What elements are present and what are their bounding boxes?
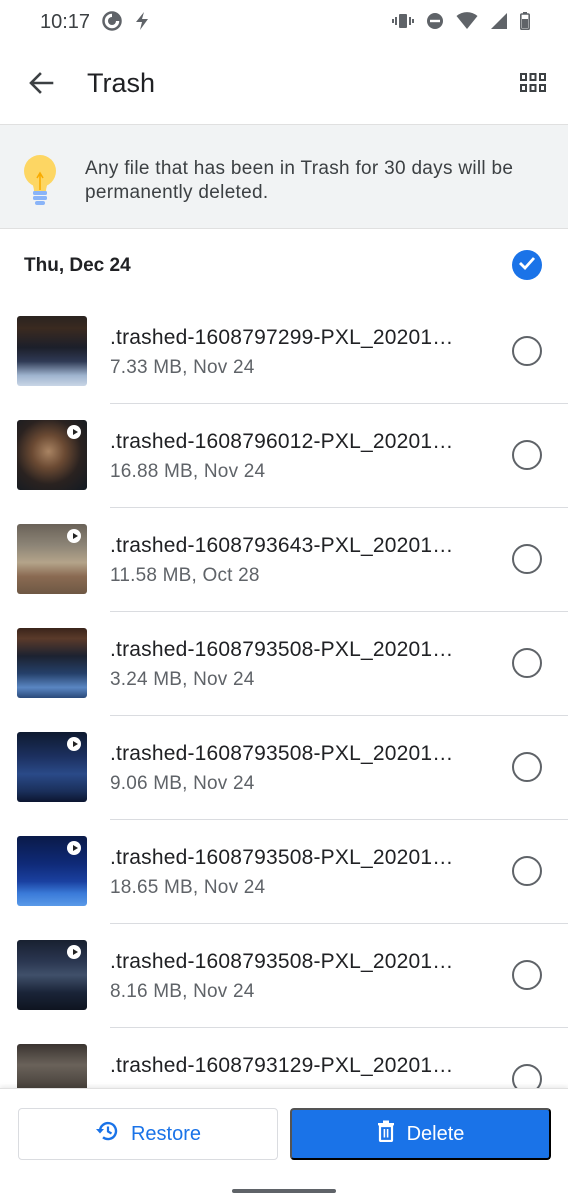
- file-row[interactable]: .trashed-1608797299-PXL_20201… 7.33 MB, …: [0, 300, 568, 404]
- section-date: Thu, Dec 24: [24, 255, 131, 276]
- trash-icon: [377, 1120, 395, 1148]
- delete-button[interactable]: Delete: [290, 1108, 551, 1160]
- app-bar: Trash: [0, 46, 568, 124]
- home-indicator[interactable]: [232, 1189, 336, 1193]
- file-thumbnail: [17, 420, 87, 490]
- file-row[interactable]: .trashed-1608793508-PXL_20201… 9.06 MB, …: [0, 716, 568, 820]
- flash-icon: [134, 11, 150, 36]
- bottom-action-bar: Restore Delete: [0, 1088, 568, 1200]
- data-saver-icon: [102, 11, 122, 36]
- file-row[interactable]: .trashed-1608793508-PXL_20201… 18.65 MB,…: [0, 820, 568, 924]
- play-icon: [67, 529, 81, 543]
- file-row[interactable]: .trashed-1608793129-PXL_20201…: [0, 1028, 568, 1088]
- play-icon: [67, 841, 81, 855]
- arrow-back-icon: [28, 70, 54, 101]
- file-name: .trashed-1608796012-PXL_20201…: [110, 430, 454, 453]
- banner-text: Any file that has been in Trash for 30 d…: [85, 158, 514, 203]
- select-radio[interactable]: [512, 336, 542, 366]
- wifi-icon: [456, 12, 478, 35]
- file-thumbnail: [17, 1044, 87, 1088]
- select-radio[interactable]: [512, 544, 542, 574]
- restore-button[interactable]: Restore: [18, 1108, 278, 1160]
- file-name: .trashed-1608793129-PXL_20201…: [110, 1054, 454, 1077]
- file-thumbnail: [17, 628, 87, 698]
- file-thumbnail: [17, 836, 87, 906]
- file-meta: 16.88 MB, Nov 24: [110, 461, 266, 482]
- file-meta: 3.24 MB, Nov 24: [110, 669, 255, 690]
- file-row[interactable]: .trashed-1608793508-PXL_20201… 3.24 MB, …: [0, 612, 568, 716]
- file-thumbnail: [17, 940, 87, 1010]
- file-name: .trashed-1608793508-PXL_20201…: [110, 638, 454, 661]
- file-row[interactable]: .trashed-1608793508-PXL_20201… 8.16 MB, …: [0, 924, 568, 1028]
- file-name: .trashed-1608793508-PXL_20201…: [110, 950, 454, 973]
- check-icon: [518, 256, 536, 275]
- file-name: .trashed-1608793508-PXL_20201…: [110, 846, 454, 869]
- vibrate-icon: [392, 12, 414, 35]
- do-not-disturb-icon: [426, 12, 444, 35]
- play-icon: [67, 945, 81, 959]
- file-meta: 7.33 MB, Nov 24: [110, 357, 255, 378]
- date-section-header: Thu, Dec 24: [0, 230, 568, 300]
- battery-icon: [520, 12, 530, 35]
- status-time: 10:17: [40, 11, 91, 33]
- trash-info-banner: Any file that has been in Trash for 30 d…: [0, 124, 568, 229]
- delete-label: Delete: [406, 1122, 465, 1145]
- file-meta: 8.16 MB, Nov 24: [110, 981, 255, 1002]
- file-thumbnail: [17, 316, 87, 386]
- status-bar: 10:17: [0, 0, 568, 46]
- signal-icon: [490, 12, 508, 35]
- file-name: .trashed-1608797299-PXL_20201…: [110, 326, 454, 349]
- restore-label: Restore: [130, 1122, 202, 1145]
- file-list: .trashed-1608797299-PXL_20201… 7.33 MB, …: [0, 300, 568, 1088]
- history-icon: [95, 1120, 119, 1148]
- play-icon: [67, 737, 81, 751]
- back-button[interactable]: [22, 66, 60, 104]
- file-meta: 18.65 MB, Nov 24: [110, 877, 266, 898]
- select-all-checkbox[interactable]: [512, 250, 542, 280]
- file-row[interactable]: .trashed-1608796012-PXL_20201… 16.88 MB,…: [0, 404, 568, 508]
- play-icon: [67, 425, 81, 439]
- select-radio[interactable]: [512, 856, 542, 886]
- select-radio[interactable]: [512, 1064, 542, 1088]
- file-name: .trashed-1608793508-PXL_20201…: [110, 742, 454, 765]
- select-radio[interactable]: [512, 960, 542, 990]
- file-row[interactable]: .trashed-1608793643-PXL_20201… 11.58 MB,…: [0, 508, 568, 612]
- select-radio[interactable]: [512, 752, 542, 782]
- file-thumbnail: [17, 524, 87, 594]
- page-title: Trash: [87, 68, 156, 98]
- grid-view-icon: [520, 72, 546, 98]
- select-radio[interactable]: [512, 648, 542, 678]
- lightbulb-icon: [20, 153, 60, 209]
- select-radio[interactable]: [512, 440, 542, 470]
- file-thumbnail: [17, 732, 87, 802]
- file-meta: 11.58 MB, Oct 28: [110, 565, 260, 586]
- file-name: .trashed-1608793643-PXL_20201…: [110, 534, 454, 557]
- file-meta: 9.06 MB, Nov 24: [110, 773, 255, 794]
- grid-view-button[interactable]: [516, 68, 550, 102]
